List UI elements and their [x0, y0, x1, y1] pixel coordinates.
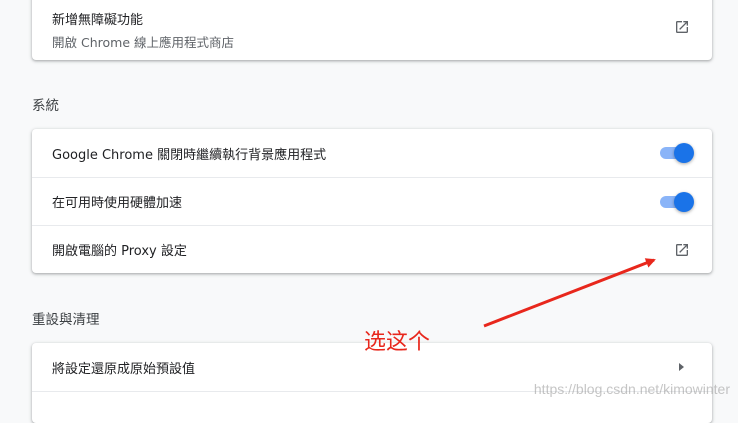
- watermark: https://blog.csdn.net/kimowinter: [533, 381, 730, 397]
- annotation-text: 选这个: [364, 330, 431, 355]
